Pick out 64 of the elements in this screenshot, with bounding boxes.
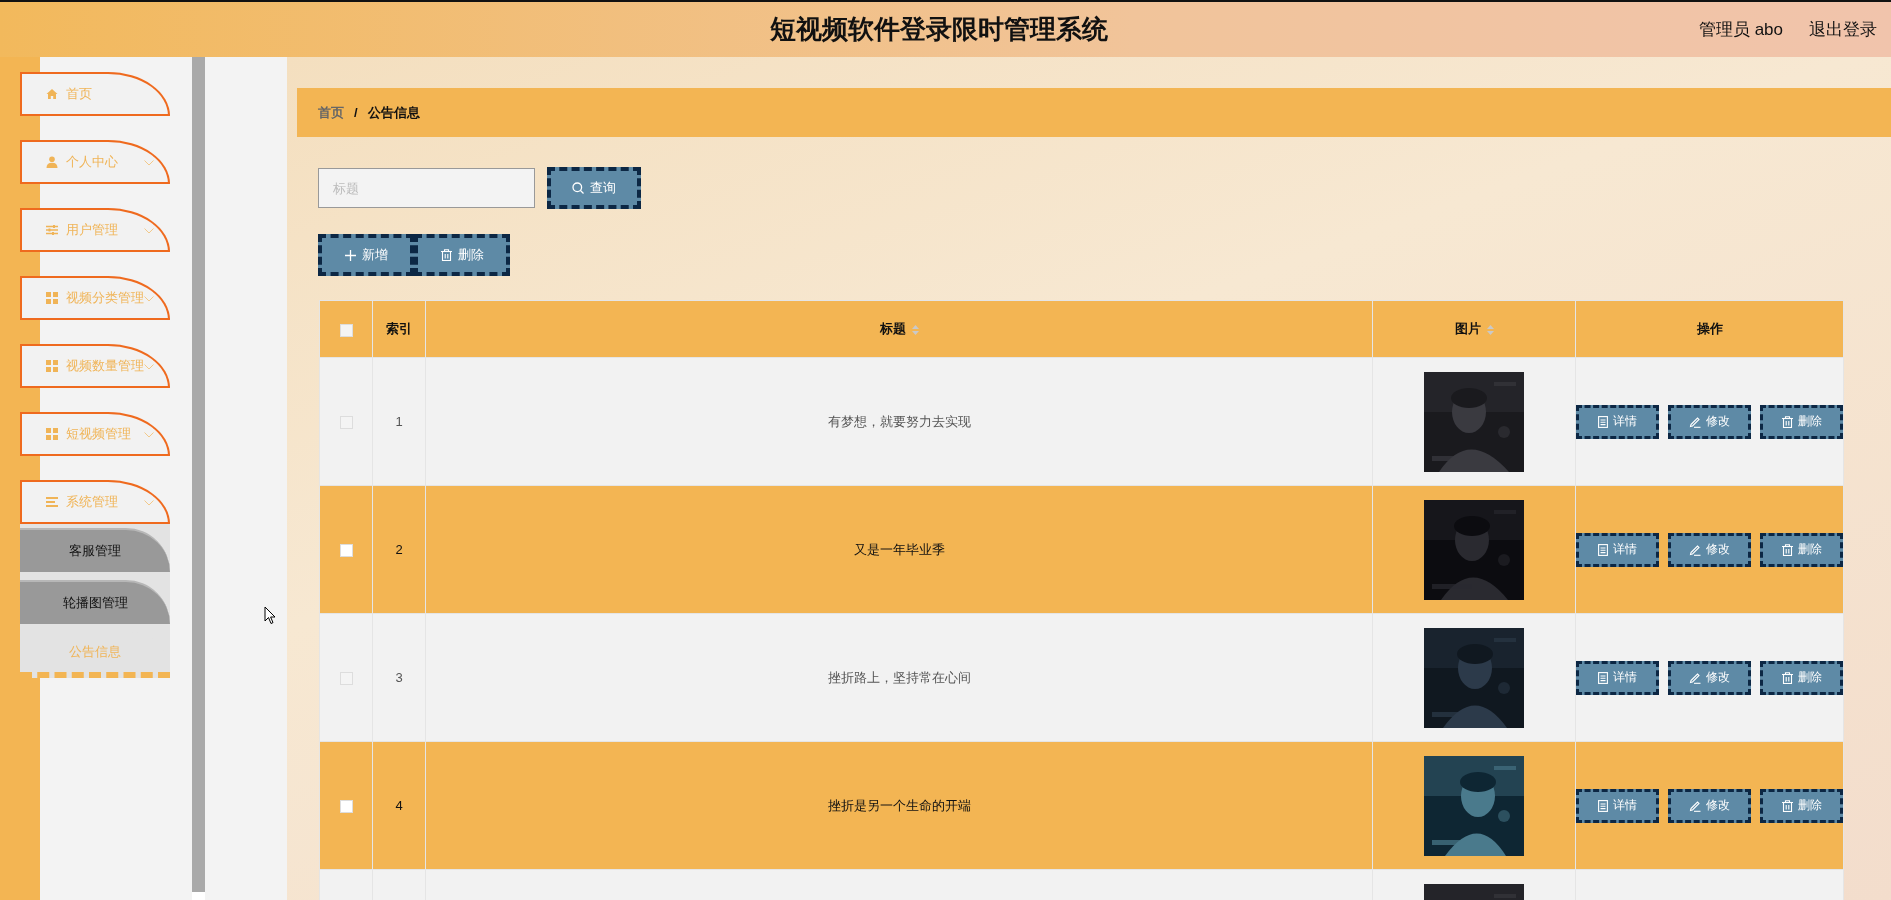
column-header: 索引 [386, 321, 412, 336]
edit-button[interactable]: 修改 [1668, 660, 1751, 695]
grid-icon [46, 360, 58, 372]
checkbox[interactable] [339, 800, 353, 814]
delete-button[interactable]: 删除 [1760, 404, 1843, 439]
details-button[interactable]: 详情 [1576, 404, 1659, 439]
home-icon [46, 88, 58, 100]
document-icon [1598, 415, 1608, 428]
trash-icon [1781, 671, 1793, 684]
column-header[interactable]: 标题 [879, 321, 906, 336]
column-header: 操作 [1696, 321, 1723, 336]
trash-icon [1781, 799, 1793, 812]
search-icon [572, 182, 584, 194]
index-text: 4 [395, 798, 403, 813]
scrollbar[interactable] [192, 57, 205, 892]
grid-icon [46, 428, 58, 440]
mouse-cursor-icon [264, 606, 276, 625]
submenu-item[interactable]: 轮播图管理 [20, 580, 170, 624]
pencil-icon [1689, 671, 1701, 684]
breadcrumb-link[interactable]: 公告信息 [367, 103, 420, 122]
user-icon [46, 156, 58, 168]
delete-button[interactable]: 删除 [414, 234, 510, 276]
edit-button[interactable]: 修改 [1668, 788, 1751, 823]
title-text: 挫折路上，坚持常在心间 [827, 669, 971, 685]
index-text: 2 [395, 542, 403, 557]
search-button[interactable]: 查询 [547, 167, 641, 209]
edit-button[interactable]: 修改 [1668, 404, 1751, 439]
title-text: 又是一年毕业季 [853, 541, 945, 557]
details-button[interactable]: 详情 [1576, 660, 1659, 695]
logout-link[interactable]: 退出登录 [1809, 18, 1877, 41]
column-header[interactable]: 图片 [1454, 321, 1481, 336]
checkbox[interactable] [339, 544, 353, 558]
breadcrumb-link[interactable]: 首页 [318, 103, 344, 122]
trash-icon [440, 249, 452, 261]
title-text: 挫折是另一个生命的开端 [827, 797, 971, 813]
add-button[interactable]: 新增 [318, 234, 414, 276]
sort-icon[interactable] [1486, 324, 1494, 335]
plus-icon [344, 249, 356, 261]
pencil-icon [1689, 543, 1701, 556]
document-icon [1598, 799, 1608, 812]
pencil-icon [1689, 415, 1701, 428]
delete-button[interactable]: 删除 [1760, 532, 1843, 567]
list-icon [46, 496, 58, 508]
details-button[interactable]: 详情 [1576, 788, 1659, 823]
delete-button[interactable]: 删除 [1760, 660, 1843, 695]
sort-icon[interactable] [911, 324, 919, 335]
checkbox[interactable] [339, 323, 353, 337]
user-label: 管理员 abo [1698, 19, 1783, 41]
sliders-icon [46, 224, 58, 236]
index-text: 1 [395, 414, 403, 429]
grid-icon [46, 292, 58, 304]
title-text: 有梦想，就要努力去实现 [827, 413, 971, 429]
submenu-item[interactable]: 客服管理 [20, 528, 170, 572]
index-text: 3 [395, 670, 403, 685]
document-icon [1598, 671, 1608, 684]
details-button[interactable]: 详情 [1576, 532, 1659, 567]
breadcrumb-separator: / [354, 105, 358, 120]
delete-button[interactable]: 删除 [1760, 788, 1843, 823]
trash-icon [1781, 543, 1793, 556]
app-title: 短视频软件登录限时管理系统 [769, 13, 1108, 46]
edit-button[interactable]: 修改 [1668, 532, 1751, 567]
pencil-icon [1689, 799, 1701, 812]
trash-icon [1781, 415, 1793, 428]
document-icon [1598, 543, 1608, 556]
